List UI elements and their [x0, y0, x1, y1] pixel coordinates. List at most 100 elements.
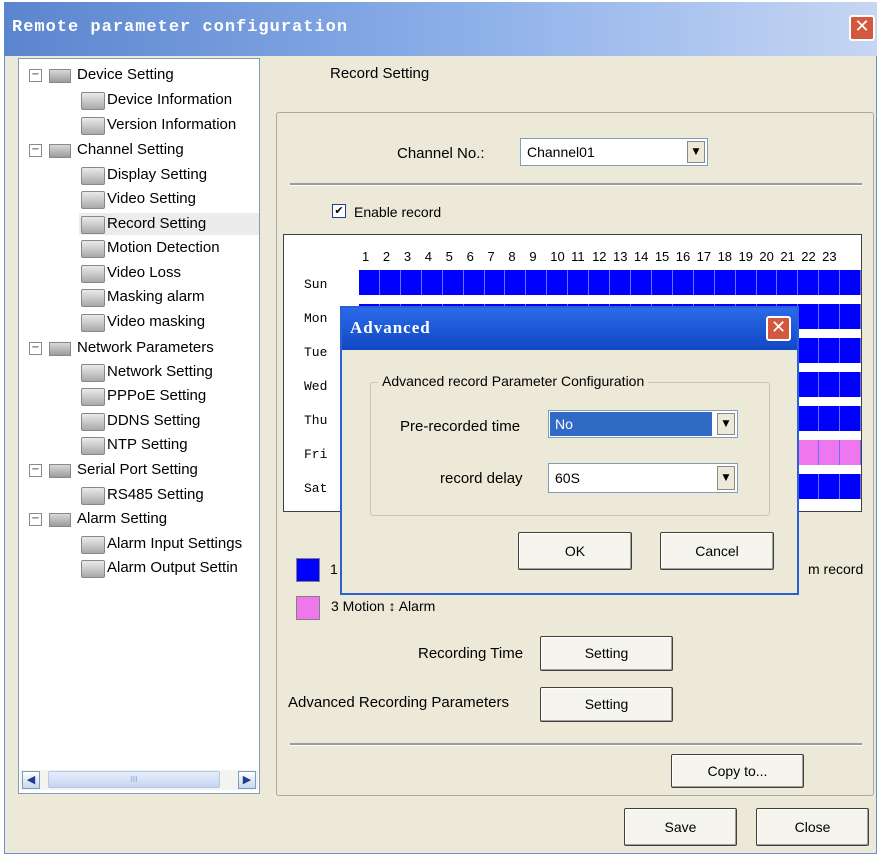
schedule-cell[interactable]	[442, 270, 464, 295]
collapse-icon[interactable]: −	[29, 144, 42, 157]
schedule-cell[interactable]	[651, 270, 673, 295]
schedule-cell[interactable]	[840, 440, 862, 465]
schedule-cell[interactable]	[630, 270, 652, 295]
tree-item-rs485-setting[interactable]: RS485 Setting	[107, 485, 204, 505]
chevron-down-icon[interactable]: ▼	[717, 413, 735, 435]
schedule-cell[interactable]	[672, 270, 694, 295]
schedule-cell[interactable]	[819, 474, 841, 499]
schedule-cell[interactable]	[840, 406, 862, 431]
schedule-cell[interactable]	[819, 304, 841, 329]
collapse-icon[interactable]: −	[29, 69, 42, 82]
legend-scheduled-swatch	[296, 558, 320, 582]
tree-group-serial-port-setting[interactable]: Serial Port Setting	[77, 460, 198, 480]
schedule-cell[interactable]	[610, 270, 631, 295]
scrollbar-thumb[interactable]: III	[48, 771, 220, 788]
schedule-cell[interactable]	[798, 474, 820, 499]
recording-time-setting-button[interactable]: Setting	[540, 636, 673, 671]
tree-group-device-setting[interactable]: Device Setting	[77, 65, 174, 85]
tree-item-video-setting[interactable]: Video Setting	[107, 189, 196, 209]
tree-group-network-parameters[interactable]: Network Parameters	[77, 338, 214, 358]
prerecord-select[interactable]: No ▼	[548, 410, 738, 438]
advanced-params-label: Advanced Recording Parameters	[288, 694, 509, 711]
schedule-cell[interactable]	[798, 372, 820, 397]
section-heading: Record Setting	[330, 65, 430, 82]
schedule-cell[interactable]	[819, 406, 841, 431]
schedule-cell[interactable]	[840, 338, 862, 363]
schedule-cell[interactable]	[798, 304, 820, 329]
schedule-cell[interactable]	[568, 270, 590, 295]
hour-label: 1	[362, 249, 370, 264]
hour-label: 23	[822, 249, 837, 264]
schedule-cell[interactable]	[819, 270, 841, 295]
tree-item-record-setting[interactable]: Record Setting	[107, 214, 206, 234]
tree-item-display-setting[interactable]: Display Setting	[107, 165, 207, 185]
scroll-left-icon[interactable]: ◀	[22, 771, 40, 789]
schedule-cell[interactable]	[840, 372, 862, 397]
schedule-cell[interactable]	[798, 270, 820, 295]
schedule-cell[interactable]	[589, 270, 611, 295]
scroll-right-icon[interactable]: ▶	[238, 771, 256, 789]
record-delay-select[interactable]: 60S ▼	[548, 463, 738, 493]
advanced-group-box	[370, 382, 770, 516]
chevron-down-icon[interactable]: ▼	[717, 466, 735, 490]
tree-item-ntp-setting[interactable]: NTP Setting	[107, 435, 188, 455]
schedule-cell[interactable]	[840, 474, 862, 499]
schedule-cell[interactable]	[735, 270, 757, 295]
schedule-cell[interactable]	[840, 270, 862, 295]
tree-group-channel-setting[interactable]: Channel Setting	[77, 140, 184, 160]
schedule-cell[interactable]	[484, 270, 506, 295]
hour-label: 5	[445, 249, 453, 264]
schedule-cell[interactable]	[840, 304, 862, 329]
checkmark-icon[interactable]: ✔	[332, 204, 346, 218]
schedule-cell[interactable]	[798, 440, 820, 465]
hour-label: 9	[529, 249, 537, 264]
schedule-cell[interactable]	[547, 270, 569, 295]
schedule-cell[interactable]	[526, 270, 548, 295]
schedule-cell[interactable]	[379, 270, 401, 295]
tree-item-version-information[interactable]: Version Information	[107, 115, 236, 135]
schedule-cell[interactable]	[819, 338, 841, 363]
chevron-down-icon[interactable]: ▼	[687, 141, 705, 163]
channel-select[interactable]: Channel01 ▼	[520, 138, 708, 166]
schedule-cell[interactable]	[421, 270, 443, 295]
schedule-cell[interactable]	[777, 270, 799, 295]
schedule-cell[interactable]	[505, 270, 527, 295]
schedule-cell[interactable]	[463, 270, 485, 295]
device-icon	[81, 289, 105, 307]
tree-item-device-information[interactable]: Device Information	[107, 90, 232, 110]
cancel-button[interactable]: Cancel	[660, 532, 774, 570]
schedule-cell[interactable]	[819, 440, 841, 465]
tree-item-masking-alarm[interactable]: Masking alarm	[107, 287, 205, 307]
tree-item-network-setting[interactable]: Network Setting	[107, 362, 213, 382]
schedule-cell[interactable]	[756, 270, 778, 295]
schedule-cell[interactable]	[819, 372, 841, 397]
collapse-icon[interactable]: −	[29, 464, 42, 477]
tree-item-pppoe-setting[interactable]: PPPoE Setting	[107, 386, 206, 406]
advanced-params-setting-button[interactable]: Setting	[540, 687, 673, 722]
tree-item-ddns-setting[interactable]: DDNS Setting	[107, 411, 200, 431]
tree-item-video-loss[interactable]: Video Loss	[107, 263, 181, 283]
schedule-cell[interactable]	[798, 338, 820, 363]
copy-to-button[interactable]: Copy to...	[671, 754, 804, 788]
close-icon[interactable]: ✕	[849, 15, 875, 41]
schedule-row[interactable]	[359, 270, 862, 295]
schedule-cell[interactable]	[714, 270, 736, 295]
schedule-cell[interactable]	[693, 270, 715, 295]
schedule-cell[interactable]	[798, 406, 820, 431]
close-icon[interactable]: ✕	[766, 316, 791, 341]
tree-group-alarm-setting[interactable]: Alarm Setting	[77, 509, 167, 529]
save-button[interactable]: Save	[624, 808, 737, 846]
tree-item-video-masking[interactable]: Video masking	[107, 312, 205, 332]
close-button[interactable]: Close	[756, 808, 869, 846]
device-icon	[81, 487, 105, 505]
ok-button[interactable]: OK	[518, 532, 632, 570]
device-icon	[81, 216, 105, 234]
collapse-icon[interactable]: −	[29, 342, 42, 355]
device-icon	[81, 314, 105, 332]
schedule-cell[interactable]	[359, 270, 380, 295]
collapse-icon[interactable]: −	[29, 513, 42, 526]
tree-item-alarm-input-settings[interactable]: Alarm Input Settings	[107, 534, 259, 554]
tree-item-alarm-output-settings[interactable]: Alarm Output Settin	[107, 558, 259, 578]
schedule-cell[interactable]	[400, 270, 422, 295]
tree-item-motion-detection[interactable]: Motion Detection	[107, 238, 220, 258]
